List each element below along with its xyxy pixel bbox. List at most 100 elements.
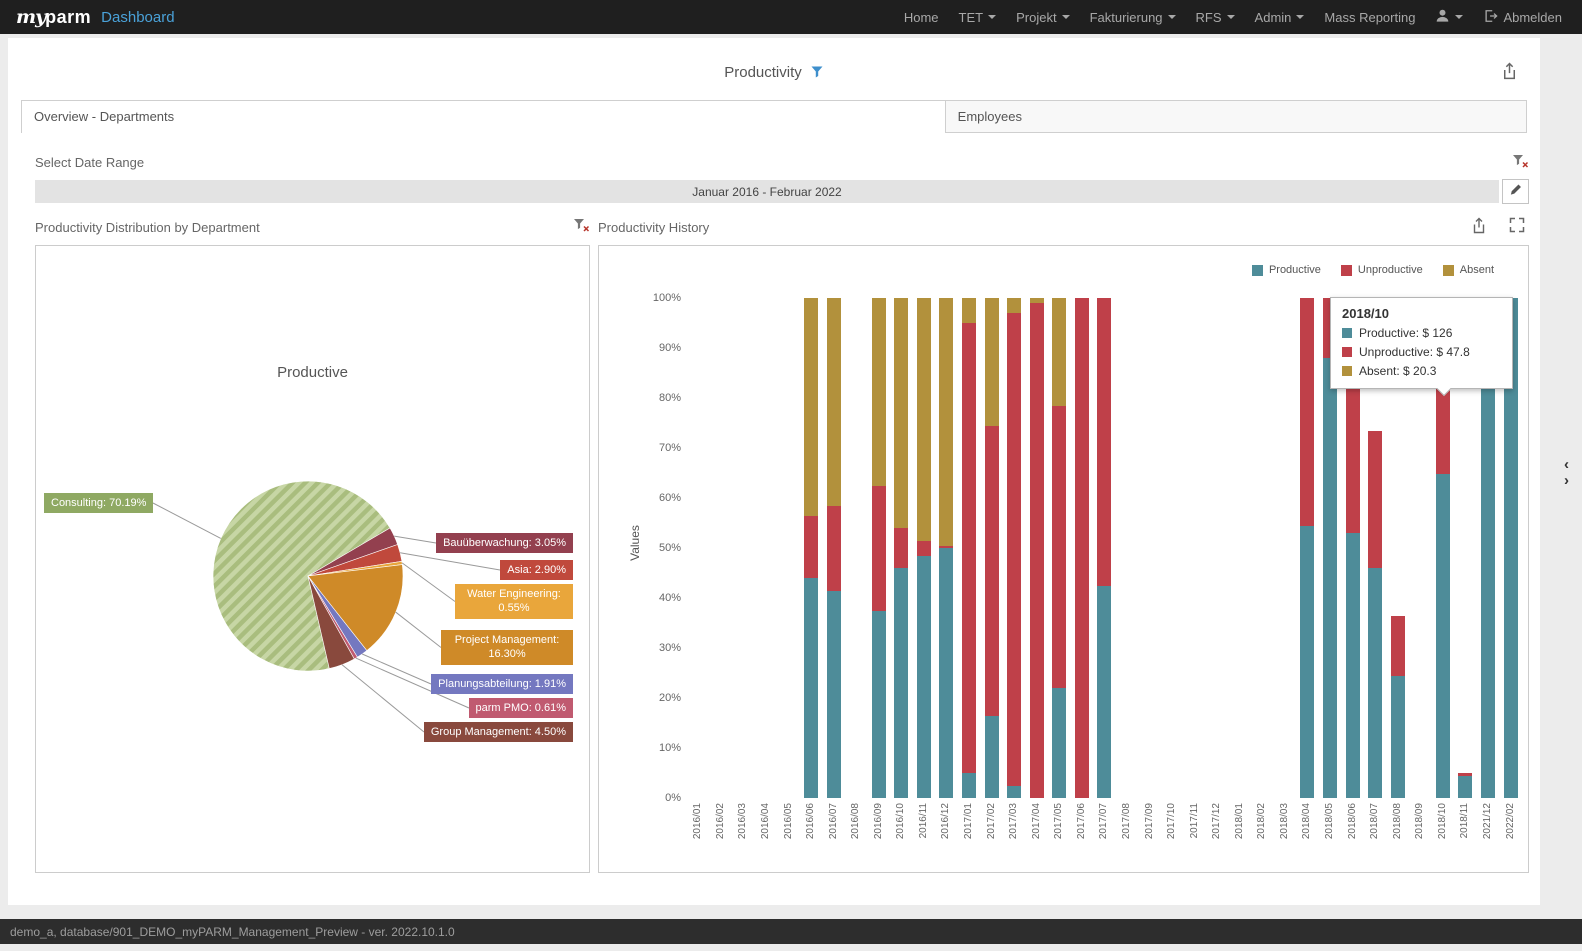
user-menu[interactable]: [1425, 0, 1473, 34]
bar-stack-2017-02[interactable]: [985, 298, 999, 798]
clear-filter-icon[interactable]: [1512, 154, 1529, 172]
bar-segment-unproductive[interactable]: [894, 528, 908, 568]
bar-segment-productive[interactable]: [985, 716, 999, 799]
bar-stack-2017-06[interactable]: [1075, 298, 1089, 798]
bar-stack-2016-04[interactable]: [759, 298, 773, 798]
bar-segment-productive[interactable]: [1458, 776, 1472, 799]
bar-stack-2017-09[interactable]: [1143, 298, 1157, 798]
bar-segment-productive[interactable]: [939, 548, 953, 798]
nav-item-home[interactable]: Home: [894, 0, 949, 34]
bar-segment-absent[interactable]: [804, 298, 818, 516]
bar-stack-2016-01[interactable]: [691, 298, 705, 798]
nav-item-admin[interactable]: Admin: [1245, 0, 1315, 34]
bar-segment-unproductive[interactable]: [1007, 313, 1021, 786]
edit-date-range-button[interactable]: [1502, 179, 1529, 204]
export-icon[interactable]: [1471, 217, 1487, 239]
bar-segment-unproductive[interactable]: [804, 516, 818, 579]
bar-stack-2016-07[interactable]: [827, 298, 841, 798]
legend-item-unproductive[interactable]: Unproductive: [1341, 264, 1423, 276]
pie-title: Productive: [36, 364, 589, 381]
nav-item-fakturierung[interactable]: Fakturierung: [1080, 0, 1186, 34]
bar-stack-2016-10[interactable]: [894, 298, 908, 798]
nav-item-tet[interactable]: TET: [949, 0, 1007, 34]
bar-segment-unproductive[interactable]: [962, 323, 976, 773]
bar-segment-unproductive[interactable]: [1052, 406, 1066, 689]
bar-segment-productive[interactable]: [1346, 533, 1360, 798]
bar-segment-productive[interactable]: [1052, 688, 1066, 798]
bar-segment-absent[interactable]: [1007, 298, 1021, 313]
bar-segment-absent[interactable]: [917, 298, 931, 541]
bar-stack-2017-11[interactable]: [1188, 298, 1202, 798]
bar-segment-absent[interactable]: [1052, 298, 1066, 406]
bar-segment-productive[interactable]: [1007, 786, 1021, 799]
bar-stack-2017-07[interactable]: [1097, 298, 1111, 798]
bar-segment-absent[interactable]: [894, 298, 908, 528]
chevron-down-icon: [1168, 15, 1176, 19]
tab-overview-departments[interactable]: Overview - Departments: [21, 100, 946, 133]
page-header: Productivity: [8, 38, 1540, 100]
bar-segment-productive[interactable]: [1368, 568, 1382, 798]
bar-stack-2018-01[interactable]: [1233, 298, 1247, 798]
bar-segment-productive[interactable]: [1391, 676, 1405, 799]
export-icon[interactable]: [1501, 62, 1518, 85]
bar-segment-productive[interactable]: [872, 611, 886, 799]
clear-filter-icon[interactable]: [573, 218, 590, 238]
bar-segment-unproductive[interactable]: [985, 426, 999, 716]
bar-segment-productive[interactable]: [1323, 358, 1337, 798]
bar-segment-absent[interactable]: [827, 298, 841, 506]
bar-stack-2016-11[interactable]: [917, 298, 931, 798]
expand-right-icon[interactable]: ›: [1564, 474, 1569, 487]
bar-segment-unproductive[interactable]: [872, 486, 886, 611]
nav-item-mass-reporting[interactable]: Mass Reporting: [1314, 0, 1425, 34]
bar-segment-unproductive[interactable]: [917, 541, 931, 556]
logout-button[interactable]: Abmelden: [1473, 0, 1572, 34]
bar-stack-2016-05[interactable]: [782, 298, 796, 798]
bar-segment-absent[interactable]: [939, 298, 953, 546]
bar-stack-2017-01[interactable]: [962, 298, 976, 798]
tab-employees[interactable]: Employees: [946, 100, 1527, 133]
bar-stack-2018-03[interactable]: [1278, 298, 1292, 798]
bar-stack-2016-03[interactable]: [736, 298, 750, 798]
bar-stack-2018-02[interactable]: [1255, 298, 1269, 798]
bar-segment-productive[interactable]: [804, 578, 818, 798]
bar-stack-2017-08[interactable]: [1120, 298, 1134, 798]
bar-segment-productive[interactable]: [827, 591, 841, 799]
collapse-left-icon[interactable]: ‹: [1564, 458, 1569, 471]
bar-stack-2016-06[interactable]: [804, 298, 818, 798]
bar-segment-unproductive[interactable]: [1391, 616, 1405, 676]
bar-segment-unproductive[interactable]: [1368, 431, 1382, 569]
bar-segment-absent[interactable]: [985, 298, 999, 426]
bar-stack-2016-09[interactable]: [872, 298, 886, 798]
fullscreen-icon[interactable]: [1509, 217, 1525, 238]
bar-stack-2017-04[interactable]: [1030, 298, 1044, 798]
bar-segment-unproductive[interactable]: [1097, 298, 1111, 586]
legend-item-absent[interactable]: Absent: [1443, 264, 1494, 276]
bar-segment-unproductive[interactable]: [1075, 298, 1089, 798]
bar-segment-productive[interactable]: [1097, 586, 1111, 799]
nav-item-projekt[interactable]: Projekt: [1006, 0, 1079, 34]
myparm-logo[interactable]: my parm: [16, 6, 91, 28]
bar-stack-2016-08[interactable]: [849, 298, 863, 798]
date-range-input[interactable]: Januar 2016 - Februar 2022: [35, 180, 1499, 203]
bar-segment-productive[interactable]: [894, 568, 908, 798]
bar-segment-absent[interactable]: [962, 298, 976, 323]
bar-stack-2016-02[interactable]: [714, 298, 728, 798]
bar-segment-unproductive[interactable]: [827, 506, 841, 591]
legend-item-productive[interactable]: Productive: [1252, 264, 1321, 276]
bar-stack-2018-04[interactable]: [1300, 298, 1314, 798]
bar-segment-absent[interactable]: [872, 298, 886, 486]
bar-stack-2017-05[interactable]: [1052, 298, 1066, 798]
bar-stack-2017-10[interactable]: [1165, 298, 1179, 798]
filter-funnel-icon[interactable]: [810, 65, 824, 83]
bar-segment-unproductive[interactable]: [1030, 303, 1044, 798]
bar-column-2017-01: 2017/01: [958, 298, 981, 858]
bar-segment-productive[interactable]: [962, 773, 976, 798]
bar-segment-unproductive[interactable]: [1300, 298, 1314, 526]
bar-stack-2017-03[interactable]: [1007, 298, 1021, 798]
nav-item-rfs[interactable]: RFS: [1186, 0, 1245, 34]
bar-segment-productive[interactable]: [1436, 474, 1450, 799]
bar-stack-2017-12[interactable]: [1210, 298, 1224, 798]
bar-stack-2016-12[interactable]: [939, 298, 953, 798]
bar-segment-productive[interactable]: [917, 556, 931, 799]
bar-segment-productive[interactable]: [1300, 526, 1314, 799]
